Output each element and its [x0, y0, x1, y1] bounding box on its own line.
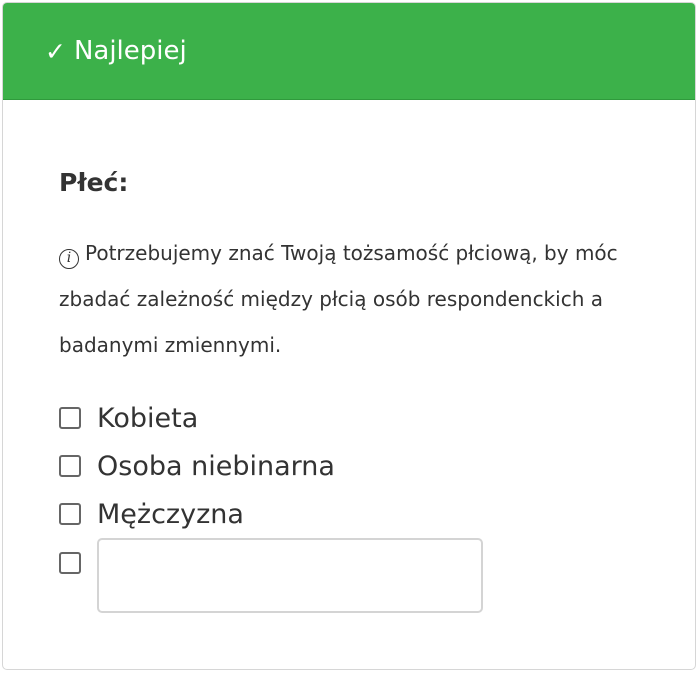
options-list: Kobieta Osoba niebinarna Mężczyzna: [59, 394, 655, 613]
question-hint: i Potrzebujemy znać Twoją tożsamość płcio…: [59, 230, 639, 368]
hint-text: Potrzebujemy znać Twoją tożsamość płciow…: [59, 241, 618, 357]
option-label[interactable]: Mężczyzna: [97, 499, 244, 530]
option-label[interactable]: Osoba niebinarna: [97, 451, 335, 482]
question-title: Płeć:: [59, 168, 129, 197]
option-label[interactable]: Kobieta: [97, 403, 198, 434]
option-other[interactable]: [59, 538, 655, 613]
option-osoba-niebinarna[interactable]: Osoba niebinarna: [59, 442, 655, 490]
question-card: ✓ Najlepiej Płeć: i Potrzebujemy znać Two…: [2, 2, 696, 670]
option-kobieta[interactable]: Kobieta: [59, 394, 655, 442]
checkmark-icon: ✓: [45, 36, 66, 66]
option-mezczyzna[interactable]: Mężczyzna: [59, 490, 655, 538]
card-header: ✓ Najlepiej: [3, 3, 695, 100]
checkbox-kobieta[interactable]: [59, 407, 81, 429]
card-body: Płeć: i Potrzebujemy znać Twoją tożsamość…: [3, 166, 695, 613]
checkbox-mezczyzna[interactable]: [59, 503, 81, 525]
other-text-input[interactable]: [97, 538, 483, 613]
checkbox-osoba-niebinarna[interactable]: [59, 455, 81, 477]
info-icon: i: [59, 249, 79, 269]
checkbox-other[interactable]: [59, 552, 81, 574]
header-title: Najlepiej: [73, 36, 187, 66]
